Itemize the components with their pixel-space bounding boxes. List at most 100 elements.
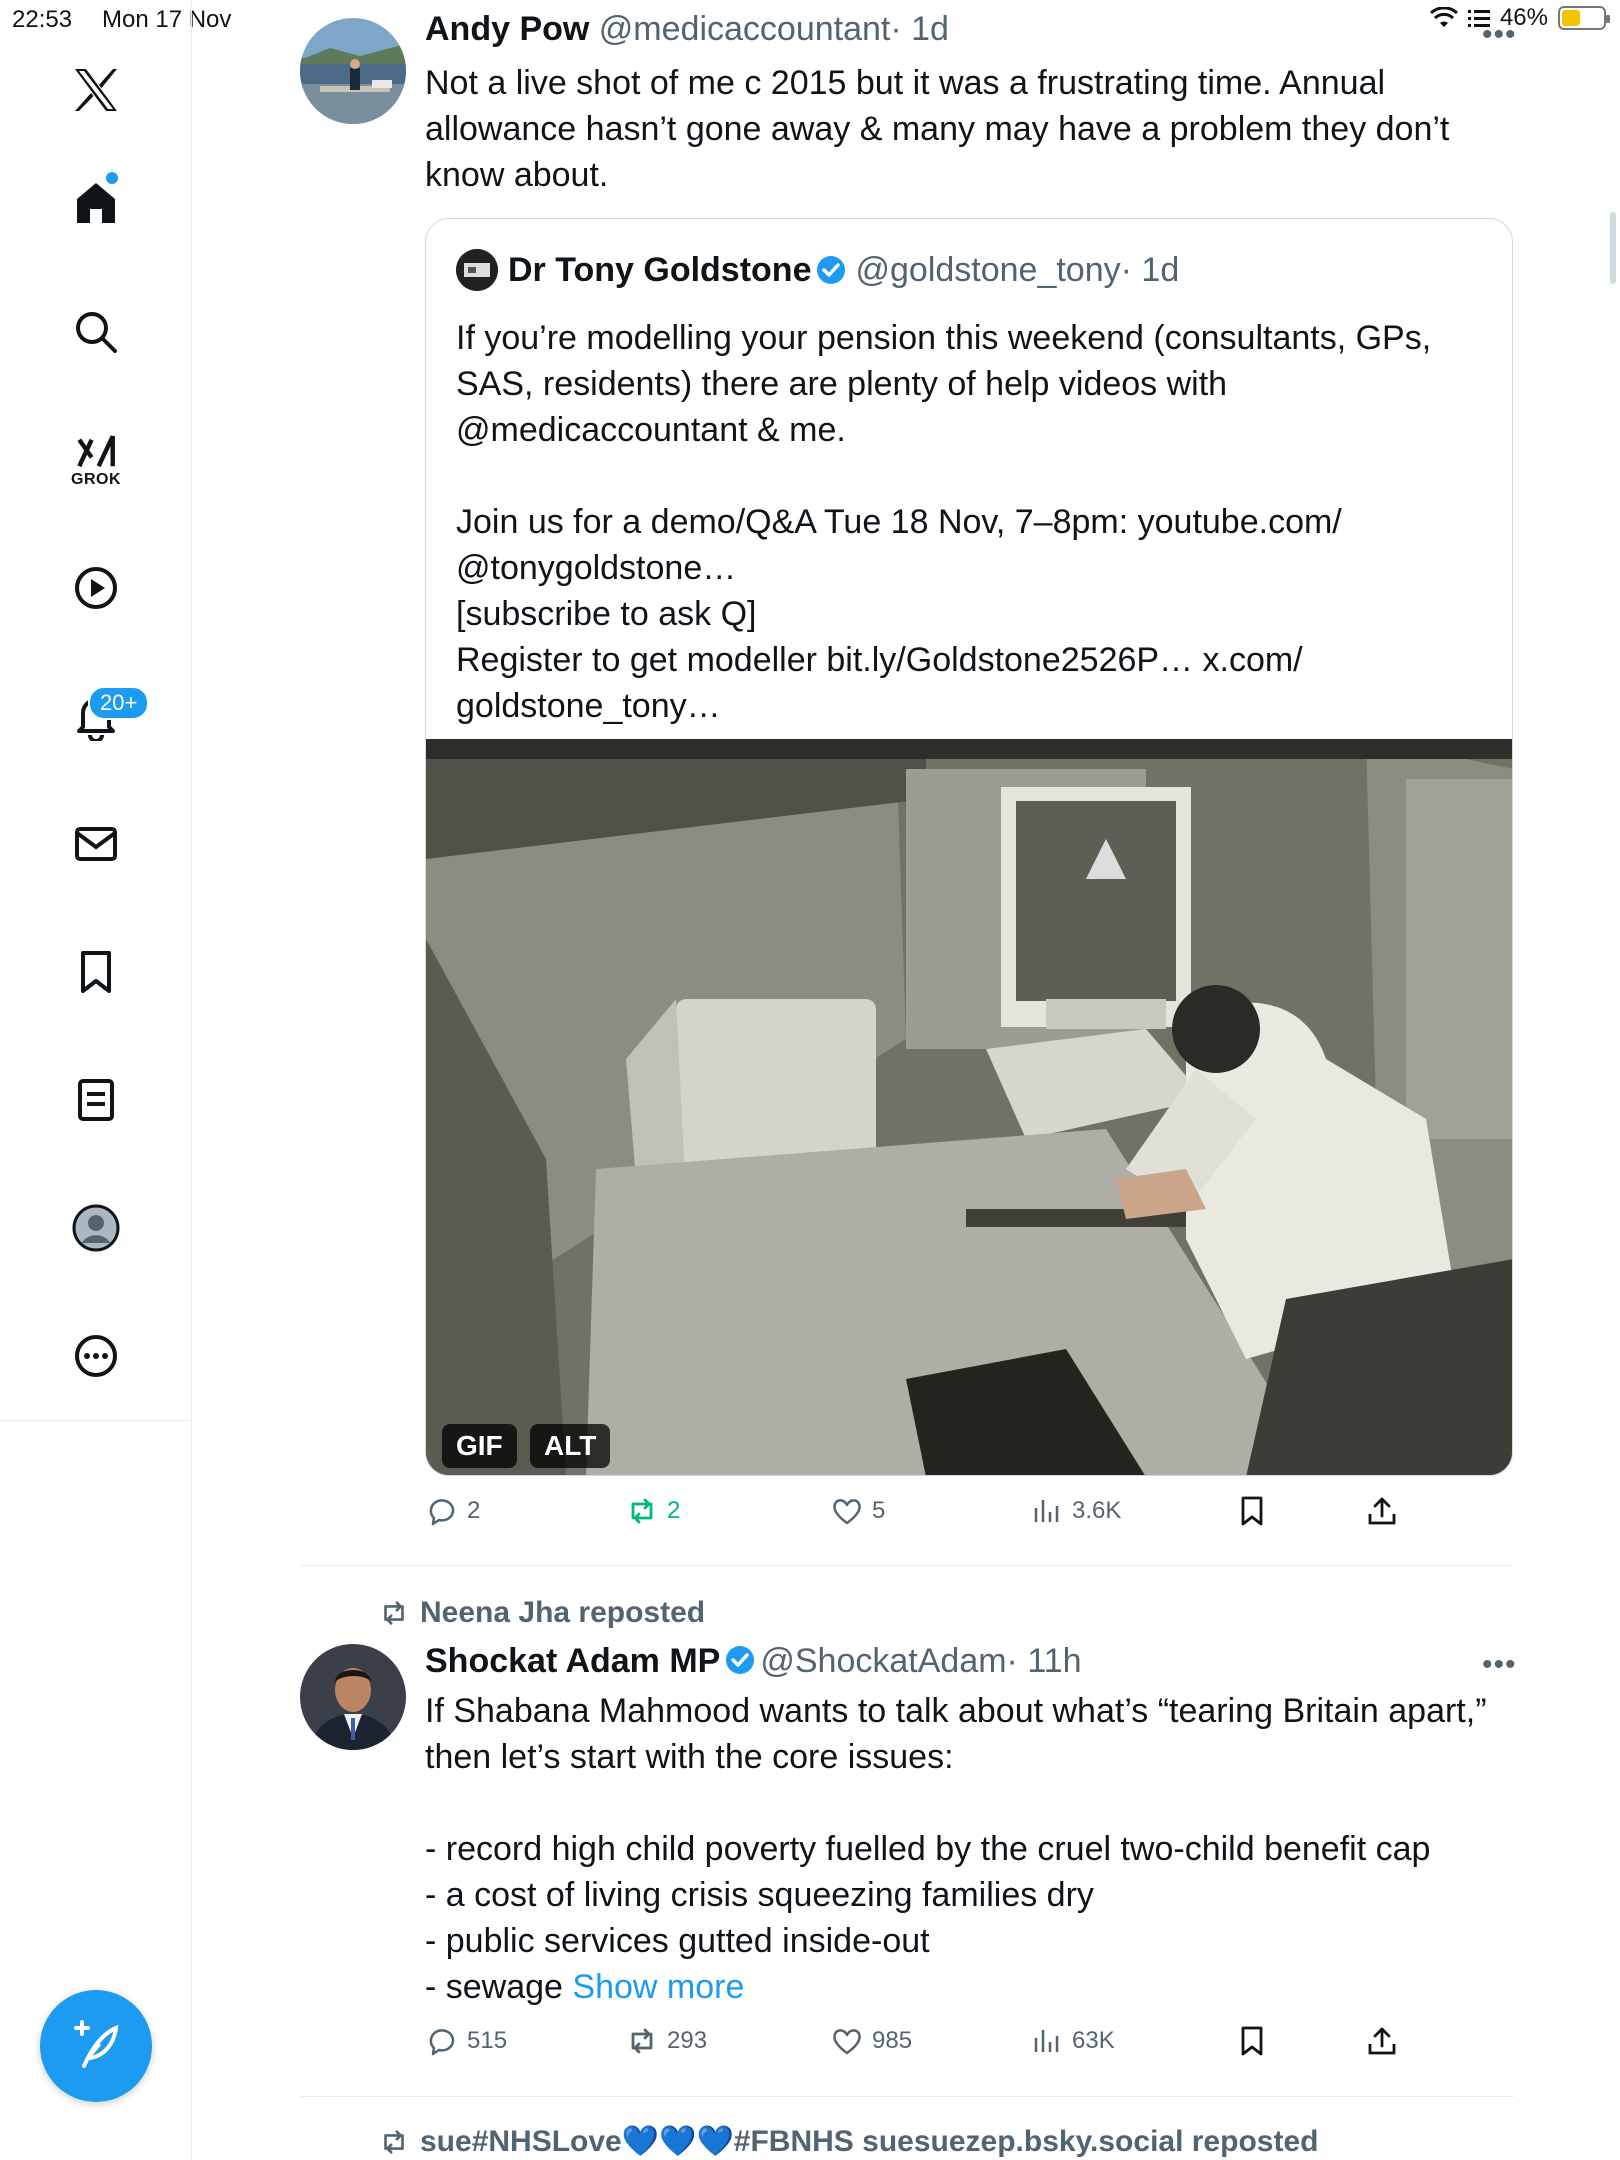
compose-feather-icon bbox=[74, 2020, 119, 2068]
repost-count: 293 bbox=[667, 2027, 708, 2054]
list-glyph bbox=[78, 1079, 114, 1121]
gif-badge[interactable]: GIF bbox=[442, 1424, 517, 1468]
search-glyph bbox=[76, 312, 117, 353]
author-name[interactable]: Andy Pow bbox=[425, 10, 589, 48]
bookmark-action-icon bbox=[1241, 2026, 1263, 2056]
quote-avatar bbox=[456, 249, 498, 291]
play-icon[interactable] bbox=[46, 538, 146, 638]
bookmark-icon[interactable] bbox=[46, 922, 146, 1022]
bookmark-button[interactable] bbox=[1235, 2024, 1269, 2058]
scrollbar-thumb[interactable] bbox=[1610, 212, 1616, 284]
tweet-body: If Shabana Mahmood wants to talk about w… bbox=[425, 1692, 1487, 2006]
list-icon[interactable] bbox=[46, 1050, 146, 1150]
home-icon[interactable] bbox=[46, 152, 146, 252]
repost-button[interactable]: 2 bbox=[625, 1494, 680, 1528]
repost-button[interactable]: 293 bbox=[625, 2024, 707, 2058]
bookmark-glyph bbox=[81, 951, 111, 993]
share-button[interactable] bbox=[1365, 1494, 1399, 1528]
quote-time: · 1d bbox=[1120, 250, 1180, 289]
alt-badge[interactable]: ALT bbox=[530, 1424, 611, 1468]
wifi-icon bbox=[1429, 7, 1458, 27]
avatar-photo-andy bbox=[300, 18, 406, 124]
show-more-link[interactable]: Show more bbox=[572, 1968, 744, 2006]
repost-indicator[interactable]: sue#NHSLove💙💙💙#FBNHS suesuezep.bsky.soci… bbox=[378, 2124, 1318, 2159]
battery-fill bbox=[1562, 10, 1581, 26]
repost-count: 2 bbox=[667, 1497, 681, 1524]
like-button[interactable]: 5 bbox=[830, 1494, 885, 1528]
repost-by-label: sue#NHSLove💙💙💙#FBNHS suesuezep.bsky.soci… bbox=[420, 2125, 1319, 2158]
reply-button[interactable]: 515 bbox=[425, 2024, 507, 2058]
more-options-icon[interactable]: ••• bbox=[1482, 18, 1517, 52]
repost-small-icon bbox=[384, 1601, 404, 1625]
share-icon bbox=[1368, 2027, 1396, 2055]
quote-header: Dr Tony Goldstone @goldstone_tony · 1d bbox=[456, 249, 1179, 291]
bookmark-button[interactable] bbox=[1235, 1494, 1269, 1528]
view-count: 63K bbox=[1072, 2027, 1115, 2054]
compose-button[interactable] bbox=[40, 1990, 152, 2102]
verified-badge-icon bbox=[726, 1646, 755, 1674]
tweet-actions: 515 293 985 63K bbox=[425, 2024, 1405, 2074]
more-options-icon[interactable]: ••• bbox=[1482, 1648, 1517, 1682]
reply-count: 2 bbox=[467, 1497, 481, 1524]
reply-button[interactable]: 2 bbox=[425, 1494, 480, 1528]
view-count: 3.6K bbox=[1072, 1497, 1122, 1524]
tweet-separator bbox=[300, 1565, 1514, 1566]
avatar-icon[interactable] bbox=[46, 1178, 146, 1278]
battery-tip bbox=[1606, 15, 1610, 23]
home-glyph bbox=[77, 183, 115, 223]
quote-author-handle: @goldstone_tony bbox=[855, 250, 1121, 289]
tweet-header: Shockat Adam MP @ShockatAdam· 11h bbox=[425, 1642, 1082, 1681]
grok-icon[interactable]: GROK bbox=[46, 410, 146, 510]
views-button[interactable]: 3.6K bbox=[1030, 1494, 1121, 1528]
quoted-tweet[interactable]: Dr Tony Goldstone @goldstone_tony · 1d If… bbox=[425, 218, 1513, 1476]
tweet-time[interactable]: · 1d bbox=[890, 10, 949, 48]
more-icon[interactable] bbox=[46, 1306, 146, 1406]
tweet-text: If Shabana Mahmood wants to talk about w… bbox=[425, 1688, 1535, 2010]
tweet-actions: 2 2 5 3.6K bbox=[425, 1494, 1405, 1544]
repost-small-icon bbox=[384, 2129, 404, 2154]
search-icon[interactable] bbox=[46, 282, 146, 382]
more-glyph bbox=[75, 1335, 117, 1377]
repost-icon bbox=[631, 1498, 653, 1524]
tweet-time[interactable]: · 11h bbox=[1007, 1642, 1082, 1680]
views-chart-icon bbox=[1034, 1500, 1059, 1522]
x-logo-glyph bbox=[75, 69, 117, 111]
views-button[interactable]: 63K bbox=[1030, 2024, 1115, 2058]
repost-by-label: Neena Jha reposted bbox=[420, 1596, 706, 1629]
battery-icon bbox=[1558, 6, 1610, 30]
mail-glyph bbox=[75, 827, 117, 861]
tweet-text: Not a live shot of me c 2015 but it was … bbox=[425, 64, 1450, 194]
reply-icon bbox=[429, 1499, 455, 1526]
quote-avatar-photo bbox=[456, 249, 498, 291]
play-glyph bbox=[75, 567, 117, 609]
avatar[interactable] bbox=[300, 18, 406, 124]
heart-icon bbox=[833, 2029, 861, 2055]
reply-count: 515 bbox=[467, 2027, 508, 2054]
quote-text: If you’re modelling your pension this we… bbox=[456, 319, 1432, 725]
verified-badge-icon bbox=[817, 256, 846, 284]
like-button[interactable]: 985 bbox=[830, 2024, 912, 2058]
mail-icon[interactable] bbox=[46, 794, 146, 894]
gif-office-scene bbox=[426, 739, 1512, 1475]
tweet-header: Andy Pow @medicaccountant· 1d bbox=[425, 10, 949, 49]
author-handle[interactable]: @medicaccountant bbox=[599, 10, 891, 48]
share-button[interactable] bbox=[1365, 2024, 1399, 2058]
bookmark-action-icon bbox=[1241, 1496, 1263, 1526]
repost-icon bbox=[631, 2028, 653, 2054]
avatar-photo-shockat bbox=[300, 1644, 406, 1750]
quote-author-name: Dr Tony Goldstone bbox=[508, 250, 812, 289]
status-indicators: 46% bbox=[1429, 4, 1610, 32]
x-logo-icon[interactable] bbox=[46, 40, 146, 140]
sidebar: GROK 20+ bbox=[0, 0, 192, 2160]
grok-glyph bbox=[77, 435, 115, 468]
profile-glyph bbox=[72, 1204, 120, 1252]
like-count: 985 bbox=[872, 2027, 913, 2054]
gif-media[interactable] bbox=[426, 739, 1512, 1475]
author-handle[interactable]: @ShockatAdam bbox=[760, 1642, 1006, 1680]
repost-indicator[interactable]: Neena Jha reposted bbox=[378, 1596, 705, 1630]
author-name[interactable]: Shockat Adam MP bbox=[425, 1642, 720, 1680]
avatar[interactable] bbox=[300, 1644, 406, 1750]
reply-icon bbox=[429, 2029, 455, 2056]
like-count: 5 bbox=[872, 1497, 886, 1524]
home-unread-dot bbox=[106, 172, 118, 184]
